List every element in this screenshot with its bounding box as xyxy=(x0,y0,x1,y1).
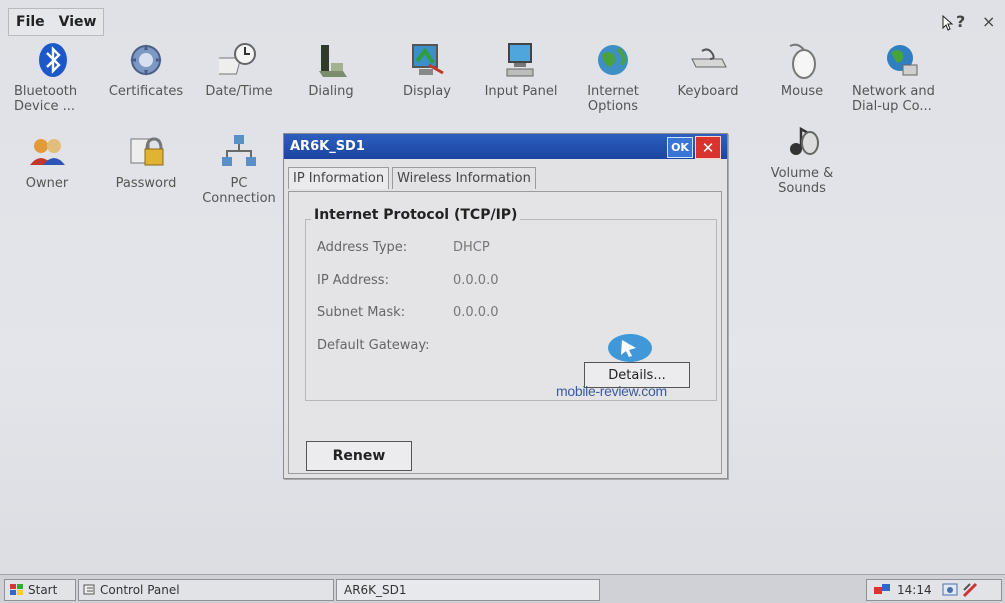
tab-wireless-information[interactable]: Wireless Information xyxy=(392,167,536,189)
help-label: ? xyxy=(956,12,966,31)
help-button[interactable]: ? xyxy=(942,12,965,31)
applet-label: Network and Dial-up Co... xyxy=(852,84,935,114)
owner-icon xyxy=(25,130,69,174)
system-tray: 14:14 xyxy=(866,579,1002,601)
applet-label: Internet Options xyxy=(587,84,639,114)
address-type-value: DHCP xyxy=(453,240,490,255)
dialog-title: AR6K_SD1 xyxy=(290,139,365,154)
mouse-icon xyxy=(780,38,824,82)
pc-connection-icon xyxy=(217,130,261,174)
menu-file[interactable]: File xyxy=(9,14,52,30)
applet-mouse[interactable]: Mouse xyxy=(759,38,845,99)
desktop-icon[interactable] xyxy=(942,582,958,598)
applet-label: Date/Time xyxy=(205,84,273,99)
subnet-mask-value: 0.0.0.0 xyxy=(453,305,499,320)
input-method-icon[interactable] xyxy=(962,582,978,598)
bluetooth-icon xyxy=(31,38,75,82)
applet-label: Dialing xyxy=(308,84,354,99)
network-icon xyxy=(880,38,924,82)
applet-label: Input Panel xyxy=(484,84,558,99)
applet-bluetooth[interactable]: Bluetooth Device ... xyxy=(10,38,96,114)
task-label: AR6K_SD1 xyxy=(344,583,407,597)
clock-icon xyxy=(217,38,261,82)
dialog-titlebar: AR6K_SD1 OK ✕ xyxy=(284,134,727,159)
network-status-icon[interactable] xyxy=(873,582,891,598)
applet-label: Password xyxy=(115,176,177,191)
dialing-icon xyxy=(309,38,353,82)
default-gateway-label: Default Gateway: xyxy=(317,338,430,353)
tab-ip-information[interactable]: IP Information xyxy=(288,167,390,189)
taskbar-ar6k-sd1[interactable]: AR6K_SD1 xyxy=(336,579,600,601)
applet-internet-options[interactable]: Internet Options xyxy=(570,38,656,114)
windows-logo-icon xyxy=(10,584,23,595)
applet-label: Display xyxy=(403,84,451,99)
tab-strip: IP Information Wireless Information xyxy=(288,167,536,189)
subnet-mask-row: Subnet Mask: 0.0.0.0 xyxy=(317,305,498,320)
input-panel-icon xyxy=(499,38,543,82)
applet-label: Volume & Sounds xyxy=(770,166,834,196)
ip-address-label: IP Address: xyxy=(317,273,389,288)
taskbar: Start Control Panel AR6K_SD1 14:14 xyxy=(0,574,1005,603)
tab-panel: Internet Protocol (TCP/IP) Address Type:… xyxy=(288,191,722,474)
applet-certificates[interactable]: Certificates xyxy=(103,38,189,99)
group-title: Internet Protocol (TCP/IP) xyxy=(311,207,521,223)
applet-keyboard[interactable]: Keyboard xyxy=(665,38,751,99)
menu-view[interactable]: View xyxy=(52,14,104,30)
applet-label: Owner xyxy=(25,176,69,191)
applet-pc-connection[interactable]: PC Connection xyxy=(196,130,282,206)
stylus-cursor-icon xyxy=(606,330,654,370)
network-adapter-dialog: AR6K_SD1 OK ✕ IP Information Wireless In… xyxy=(283,133,728,479)
clock[interactable]: 14:14 xyxy=(897,583,932,597)
subnet-mask-label: Subnet Mask: xyxy=(317,305,406,320)
control-panel-label: Control Panel xyxy=(100,583,180,597)
globe-icon xyxy=(591,38,635,82)
applet-label: Mouse xyxy=(780,84,824,99)
dialog-close-button[interactable]: ✕ xyxy=(695,136,721,159)
taskbar-control-panel[interactable]: Control Panel xyxy=(78,579,334,601)
address-type-row: Address Type: DHCP xyxy=(317,240,490,255)
default-gateway-row: Default Gateway: xyxy=(317,338,430,353)
applet-date-time[interactable]: Date/Time xyxy=(196,38,282,99)
ip-address-value: 0.0.0.0 xyxy=(453,273,499,288)
applet-dialing[interactable]: Dialing xyxy=(288,38,374,99)
password-icon xyxy=(124,130,168,174)
ok-button[interactable]: OK xyxy=(667,137,693,158)
watermark: mobile-review.com xyxy=(556,383,667,399)
renew-button[interactable]: Renew xyxy=(306,441,412,471)
applet-label: Bluetooth Device ... xyxy=(14,84,78,114)
ip-address-row: IP Address: 0.0.0.0 xyxy=(317,273,498,288)
applet-label: Keyboard xyxy=(677,84,739,99)
cursor-icon xyxy=(942,14,954,31)
applet-label: Certificates xyxy=(108,84,184,99)
applet-input-panel[interactable]: Input Panel xyxy=(478,38,564,99)
display-icon xyxy=(405,38,449,82)
address-type-label: Address Type: xyxy=(317,240,408,255)
control-panel-icon xyxy=(83,584,95,595)
applet-owner[interactable]: Owner xyxy=(4,130,90,191)
menu-bar: File View xyxy=(8,8,105,36)
certificates-icon xyxy=(124,38,168,82)
applet-label: PC Connection xyxy=(202,176,276,206)
applet-network[interactable]: Network and Dial-up Co... xyxy=(852,38,952,114)
applet-password[interactable]: Password xyxy=(103,130,189,191)
window-close-button[interactable]: × xyxy=(982,12,995,31)
volume-icon xyxy=(780,120,824,164)
applet-volume[interactable]: Volume & Sounds xyxy=(759,120,845,196)
applet-display[interactable]: Display xyxy=(384,38,470,99)
desktop: File View ? × Bluetooth Device ... Certi… xyxy=(0,0,1005,603)
start-button[interactable]: Start xyxy=(4,579,76,601)
keyboard-icon xyxy=(686,38,730,82)
start-label: Start xyxy=(28,583,58,597)
